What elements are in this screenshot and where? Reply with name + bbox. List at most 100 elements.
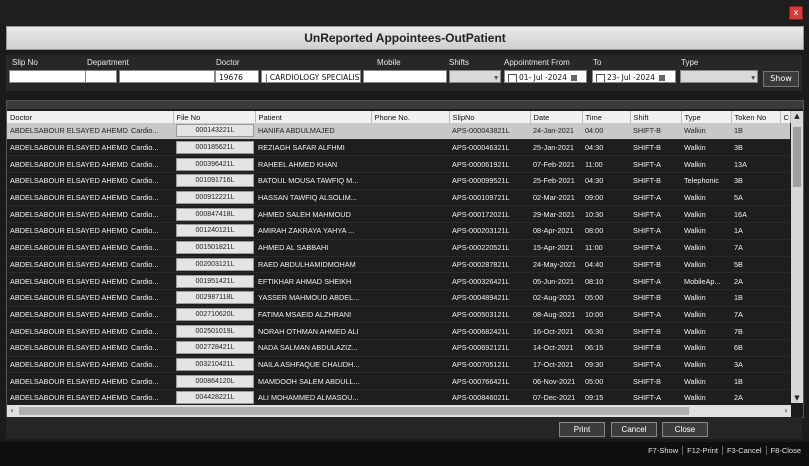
cell-date: 16-Oct-2021 [530,322,582,340]
col-patient[interactable]: Patient [255,111,372,123]
shifts-select[interactable]: ▾ [449,70,501,83]
file-no-button[interactable]: 003210421L [176,357,254,371]
cell-c [780,372,790,390]
col-time[interactable]: Time [582,111,631,123]
cell-department: Cardio... [128,306,173,324]
vertical-scroll-thumb[interactable] [793,127,801,187]
col-phone-no[interactable]: Phone No. [371,111,450,123]
table-row[interactable]: ABDELSABOUR ELSAYED AHEMD Cardio... 001951… [7,272,790,290]
cell-file-no: 000912221L [173,189,255,207]
table-row[interactable]: ABDELSABOUR ELSAYED AHEMD Cardio... 002987… [7,289,790,307]
cell-department: Cardio... [128,289,173,307]
cell-token-no: 1A [731,222,780,240]
filter-panel: Slip No Department Doctor 19676 | CARDIO… [6,55,802,91]
cell-doctor: ABDELSABOUR ELSAYED AHEMD [7,222,128,240]
cell-date: 08-Aug-2021 [530,306,582,324]
department-code-input[interactable] [85,70,117,83]
table-row[interactable]: ABDELSABOUR ELSAYED AHEMD Cardio... 000847… [7,205,790,224]
cell-time: 05:00 [582,372,630,390]
status-bar: F7-Show F12-Print F3-Cancel F8-Close [0,442,809,466]
to-value: 23- Jul -2024 [607,73,655,82]
cell-date: 02-Aug-2021 [530,289,582,307]
vertical-scrollbar[interactable]: ▲ ▼ [791,111,803,403]
table-row[interactable]: ABDELSABOUR ELSAYED AHEMD Cardio... 001501… [7,239,790,257]
file-no-button[interactable]: 001240121L [176,224,254,238]
file-no-button[interactable]: 002710620L [176,307,254,321]
show-button[interactable]: Show [763,71,799,87]
file-no-button[interactable]: 001951421L [176,274,254,288]
table-row[interactable]: ABDELSABOUR ELSAYED AHEMD Cardio... 001240… [7,222,790,240]
scroll-down-icon[interactable]: ▼ [791,393,803,403]
close-icon[interactable]: x [789,6,803,20]
cancel-button[interactable]: Cancel [611,422,657,437]
file-no-button[interactable]: 000143221L [176,124,254,138]
col-date[interactable]: Date [530,111,583,123]
cell-time: 08:00 [582,222,630,240]
col-type[interactable]: Type [681,111,732,123]
to-date[interactable]: 23- Jul -2024 [592,70,676,83]
file-no-button[interactable]: 004428221L [176,391,254,405]
mobile-input[interactable] [363,70,447,83]
table-row[interactable]: ABDELSABOUR ELSAYED AHEMD Cardio... 000912… [7,189,790,207]
table-row[interactable]: ABDELSABOUR ELSAYED AHEMD Cardio... 001091… [7,172,790,190]
file-no-button[interactable]: 002003121L [176,257,254,271]
file-no-button[interactable]: 000864120L [176,374,254,388]
file-no-button[interactable]: 000912221L [176,191,254,205]
department-name-input[interactable] [119,70,215,83]
col-shift[interactable]: Shift [630,111,682,123]
appointment-from-checkbox[interactable] [508,73,517,82]
doctor-name-input[interactable]: | CARDIOLOGY SPECIALIST [261,70,361,83]
print-button[interactable]: Print [559,422,605,437]
table-row[interactable]: ABDELSABOUR ELSAYED AHEMD Cardio... 002501… [7,322,790,340]
col-slip-no[interactable]: SlipNo [449,111,531,123]
table-row[interactable]: ABDELSABOUR ELSAYED AHEMD Cardio... 000185… [7,139,790,157]
calendar-icon[interactable] [570,75,577,81]
cell-department: Cardio... [128,139,173,157]
cell-slip-no: APS-000220521L [449,239,530,257]
cell-department: Cardio... [128,389,173,407]
scroll-left-icon[interactable]: ‹ [7,405,17,417]
scroll-up-icon[interactable]: ▲ [791,111,803,121]
calendar-icon[interactable] [658,75,665,81]
appointment-from-date[interactable]: 01- Jul -2024 [504,70,587,83]
to-checkbox[interactable] [596,73,605,82]
table-row[interactable]: ABDELSABOUR ELSAYED AHEMD Cardio... 000143… [7,123,790,140]
slip-no-input[interactable] [9,70,91,83]
file-no-button[interactable]: 002501019L [176,324,254,338]
table-row[interactable]: ABDELSABOUR ELSAYED AHEMD Cardio... 004428… [7,389,790,407]
col-c[interactable]: C [780,111,791,123]
cell-file-no: 001951421L [173,272,255,290]
col-token-no[interactable]: Token No [731,111,781,123]
table-row[interactable]: ABDELSABOUR ELSAYED AHEMD Cardio... 002003… [7,256,790,274]
cell-token-no: 2A [731,389,780,407]
file-no-button[interactable]: 002728421L [176,341,254,355]
table-row[interactable]: ABDELSABOUR ELSAYED AHEMD Cardio... 002728… [7,339,790,357]
cell-c [780,389,790,407]
file-no-button[interactable]: 001501821L [176,241,254,255]
file-no-button[interactable]: 002987118L [176,291,254,305]
table-row[interactable]: ABDELSABOUR ELSAYED AHEMD Cardio... 002710… [7,306,790,324]
cell-patient: MAMDOOH SALEM ABDULL... [255,372,371,390]
doctor-code-input[interactable]: 19676 [215,70,259,83]
mobile-label: Mobile [377,58,401,67]
table-row[interactable]: ABDELSABOUR ELSAYED AHEMD Cardio... 000864… [7,372,790,390]
cell-c [780,306,790,324]
horizontal-scrollbar[interactable]: ‹ › [7,405,791,417]
col-file-no[interactable]: File No [173,111,256,123]
table-row[interactable]: ABDELSABOUR ELSAYED AHEMD Cardio... 000396… [7,155,790,174]
cell-c [780,139,790,157]
cell-c [780,205,790,224]
col-doctor[interactable]: Doctor [7,111,174,123]
close-button[interactable]: Close [662,422,708,437]
table-row[interactable]: ABDELSABOUR ELSAYED AHEMD Cardio... 003210… [7,356,790,374]
cell-phone-no [371,222,449,240]
horizontal-scroll-thumb[interactable] [19,407,689,415]
scroll-right-icon[interactable]: › [781,405,791,417]
file-no-button[interactable]: 000847418L [176,207,254,221]
file-no-button[interactable]: 000396421L [176,157,254,171]
file-no-button[interactable]: 001091716L [176,174,254,188]
file-no-button[interactable]: 000185621L [176,141,254,155]
type-select[interactable]: ▾ [680,70,758,83]
table-header: Doctor File No Patient Phone No. SlipNo … [7,111,791,123]
cell-slip-no: APS-000061921L [449,155,530,174]
